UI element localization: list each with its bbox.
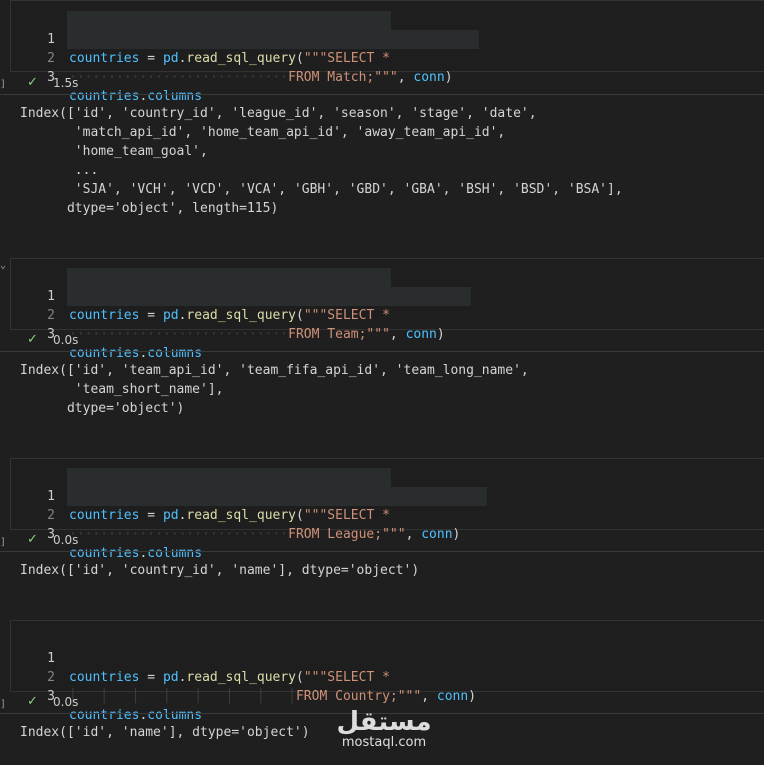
- code-token: ): [452, 527, 461, 542]
- code-line[interactable]: 3 countries.columns: [11, 306, 202, 361]
- watermark-logo: مستقل mostaql.com: [336, 708, 432, 750]
- code-token: conn: [413, 70, 445, 85]
- code-line[interactable]: 3 countries.columns: [11, 506, 202, 561]
- code-token: pd: [162, 308, 179, 323]
- code-token: read_sql_query: [186, 508, 296, 523]
- cell-output: Index(['id', 'country_id', 'name'], dtyp…: [0, 551, 764, 618]
- indent-guide: │ │ │ │ │ │ │ │: [69, 689, 296, 704]
- execution-time: 0.0s: [53, 533, 79, 547]
- code-token: (: [296, 670, 304, 685]
- collapse-bracket-icon[interactable]: ]: [0, 537, 6, 548]
- checkmark-icon: ✓: [27, 332, 38, 347]
- code-token: read_sql_query: [186, 308, 296, 323]
- checkmark-icon: ✓: [27, 694, 38, 709]
- code-token: ,: [397, 70, 414, 85]
- code-token: ): [436, 327, 445, 342]
- code-token: conn: [436, 689, 469, 704]
- code-line[interactable]: 1 countries = pd.read_sql_query("""SELEC…: [11, 630, 390, 685]
- code-token: ): [468, 689, 477, 704]
- code-token: countries: [69, 308, 140, 323]
- code-token: conn: [405, 327, 437, 342]
- code-line[interactable]: 1 countries = pd.read_sql_query("""SELEC…: [11, 468, 390, 523]
- code-token: =: [139, 508, 163, 523]
- code-token: read_sql_query: [186, 51, 296, 66]
- code-token: =: [139, 51, 163, 66]
- code-token: """SELECT *: [303, 51, 390, 66]
- code-line[interactable]: 1 countries = pd.read_sql_query("""SELEC…: [11, 11, 390, 66]
- code-cell-1-editor[interactable]: 1 countries = pd.read_sql_query("""SELEC…: [10, 0, 764, 104]
- code-token: pd: [162, 508, 179, 523]
- code-token: """SELECT *: [303, 670, 390, 685]
- code-token: conn: [421, 527, 453, 542]
- code-token: ,: [421, 689, 437, 704]
- code-line[interactable]: 2 ····························FROM Match…: [11, 30, 452, 85]
- execution-time: 0.0s: [53, 333, 79, 347]
- code-token: ,: [405, 527, 422, 542]
- code-line[interactable]: 2 ····························FROM Leagu…: [11, 487, 460, 542]
- output-text: Index(['id', 'name'], dtype='object'): [20, 725, 310, 740]
- cell-output: Index(['id', 'team_api_id', 'team_fifa_a…: [0, 351, 764, 456]
- code-cell-2-editor[interactable]: 1 countries = pd.read_sql_query("""SELEC…: [10, 258, 764, 361]
- code-token: read_sql_query: [186, 670, 296, 685]
- code-token: =: [139, 308, 163, 323]
- code-token: pd: [162, 670, 179, 685]
- code-line[interactable]: 1 countries = pd.read_sql_query("""SELEC…: [11, 268, 390, 323]
- indent-guide: ····························: [69, 527, 289, 542]
- code-token: (: [296, 308, 304, 323]
- execution-time: 0.0s: [53, 695, 79, 709]
- code-token: countries: [69, 51, 140, 66]
- output-text: Index(['id', 'team_api_id', 'team_fifa_a…: [20, 363, 529, 416]
- code-token: ,: [389, 327, 406, 342]
- code-line[interactable]: 3 countries.columns: [11, 49, 202, 104]
- code-token: =: [139, 670, 163, 685]
- code-token: """SELECT *: [303, 508, 390, 523]
- checkmark-icon: ✓: [27, 532, 38, 547]
- indent-guide: ····························: [69, 70, 289, 85]
- collapse-bracket-icon[interactable]: ]: [0, 699, 6, 710]
- cell-output: Index(['id', 'country_id', 'league_id', …: [0, 94, 764, 255]
- code-line[interactable]: 2 ····························FROM Team;…: [11, 287, 445, 342]
- output-text: Index(['id', 'country_id', 'name'], dtyp…: [20, 563, 420, 578]
- collapse-bracket-icon[interactable]: ]: [0, 79, 6, 90]
- chevron-down-icon[interactable]: ⌄: [0, 260, 6, 271]
- code-token: FROM League;""": [288, 527, 406, 542]
- watermark-latin: mostaql.com: [341, 735, 427, 750]
- execution-time: 1.5s: [53, 76, 79, 90]
- code-cell-3-editor[interactable]: 1 countries = pd.read_sql_query("""SELEC…: [10, 458, 764, 561]
- code-token: FROM Team;""": [288, 327, 390, 342]
- output-text: Index(['id', 'country_id', 'league_id', …: [20, 106, 623, 216]
- code-line[interactable]: 2 │ │ │ │ │ │ │ │FROM Country;""", conn): [11, 649, 476, 704]
- code-token: ): [444, 70, 453, 85]
- code-token: countries: [69, 508, 140, 523]
- code-token: FROM Match;""": [288, 70, 398, 85]
- code-token: """SELECT *: [303, 308, 390, 323]
- code-token: (: [296, 51, 304, 66]
- code-token: FROM Country;""": [295, 689, 422, 704]
- indent-guide: ····························: [69, 327, 289, 342]
- code-token: (: [296, 508, 304, 523]
- watermark-arabic: مستقل: [336, 707, 432, 737]
- checkmark-icon: ✓: [27, 75, 38, 90]
- code-token: pd: [162, 51, 179, 66]
- code-token: countries: [69, 670, 140, 685]
- code-line[interactable]: 3 countries.columns: [11, 668, 202, 723]
- code-cell-4-editor[interactable]: 1 countries = pd.read_sql_query("""SELEC…: [10, 620, 764, 723]
